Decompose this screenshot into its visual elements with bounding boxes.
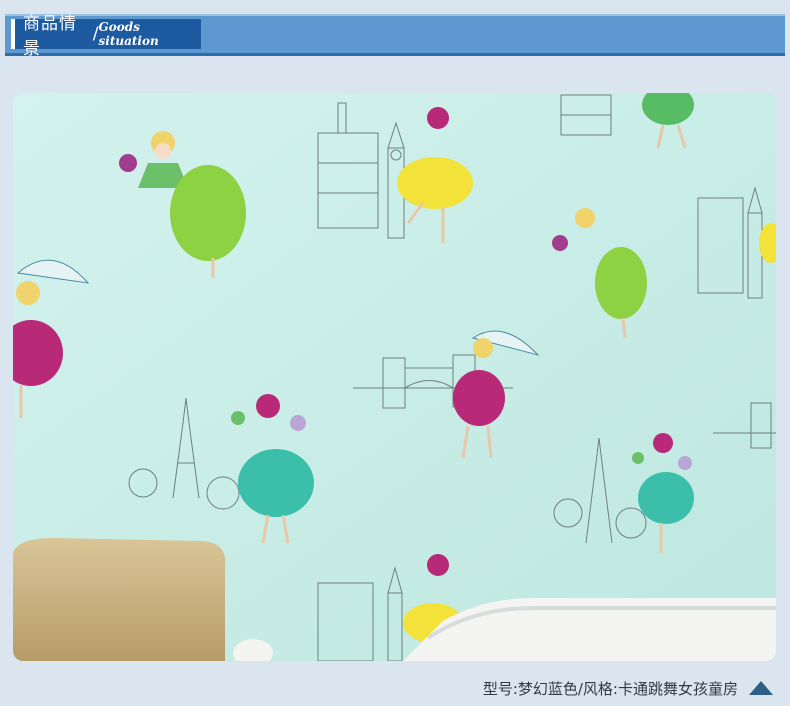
product-caption: 型号:梦幻蓝色/风格:卡通跳舞女孩童房 — [482, 680, 738, 698]
footer: 型号:梦幻蓝色/风格:卡通跳舞女孩童房 — [0, 670, 790, 706]
triangle-up-icon[interactable] — [748, 680, 774, 696]
section-title-label: 商品情景 / Goods situation — [11, 14, 201, 59]
section-header-bar: 商品情景 / Goods situation — [5, 14, 785, 59]
wallpaper-photo — [13, 93, 776, 661]
section-header: 商品情景 / Goods situation — [0, 0, 790, 62]
section-title-en: Goods situation — [98, 20, 159, 48]
wallpaper-scene — [13, 93, 776, 661]
section-title-cn: 商品情景 — [23, 14, 77, 59]
